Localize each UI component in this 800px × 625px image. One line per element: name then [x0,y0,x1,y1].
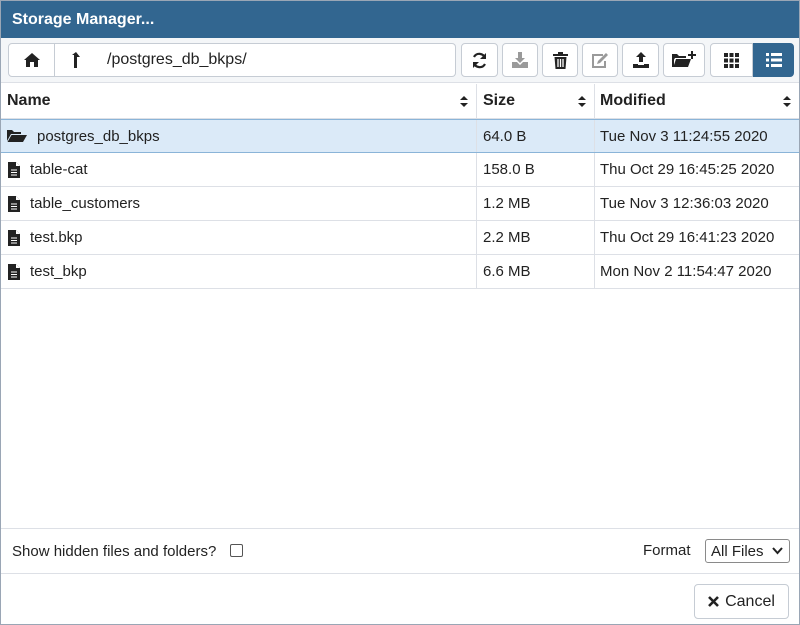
download-button[interactable] [502,43,538,77]
column-header-name-label: Name [7,92,51,110]
cancel-button-label: Cancel [725,593,775,611]
file-modified: Tue Nov 3 12:36:03 2020 [594,187,799,220]
level-up-button[interactable] [55,43,95,77]
path-input[interactable] [94,43,456,77]
file-icon [8,264,20,280]
home-icon [23,52,41,68]
column-header-modified-label: Modified [600,92,666,110]
close-icon [708,596,719,607]
show-hidden-label: Show hidden files and folders? [12,543,216,560]
file-icon [8,196,20,212]
file-icon [8,162,20,178]
file-row[interactable]: test.bkp 2.2 MB Thu Oct 29 16:41:23 2020 [1,221,799,255]
grid-view-icon [724,53,739,68]
sort-icon [578,96,586,107]
cancel-button[interactable]: Cancel [694,584,789,619]
dialog-title: Storage Manager... [1,1,799,38]
new-folder-button[interactable] [663,43,705,77]
delete-icon [553,52,568,69]
home-button[interactable] [8,43,55,77]
refresh-icon [471,52,488,69]
list-view-button[interactable] [753,43,794,77]
file-name: test_bkp [30,263,87,280]
file-name: test.bkp [30,229,83,246]
file-size: 2.2 MB [476,221,594,254]
format-select-value: All Files [711,543,764,560]
grid-view-button[interactable] [710,43,753,77]
file-modified: Thu Oct 29 16:45:25 2020 [594,153,799,186]
file-size: 6.6 MB [476,255,594,288]
file-list-header: Name Size Modified [1,84,799,119]
file-name: postgres_db_bkps [37,128,160,145]
level-up-icon [69,51,81,69]
delete-button[interactable] [542,43,578,77]
folder-open-icon [7,129,27,143]
rename-icon [591,52,609,69]
file-size: 158.0 B [476,153,594,186]
options-bar: Show hidden files and folders? Format Al… [1,528,799,573]
file-row[interactable]: table-cat 158.0 B Thu Oct 29 16:45:25 20… [1,153,799,187]
column-header-size-label: Size [483,92,515,110]
show-hidden-checkbox[interactable] [230,544,243,557]
column-header-modified[interactable]: Modified [594,84,799,118]
upload-icon [632,51,650,69]
sort-icon [460,96,468,107]
new-folder-icon [671,51,697,69]
format-select[interactable]: All Files [705,539,790,563]
file-modified: Thu Oct 29 16:41:23 2020 [594,221,799,254]
sort-icon [783,96,791,107]
file-row[interactable]: test_bkp 6.6 MB Mon Nov 2 11:54:47 2020 [1,255,799,289]
file-name: table_customers [30,195,140,212]
file-row[interactable]: table_customers 1.2 MB Tue Nov 3 12:36:0… [1,187,799,221]
storage-manager-dialog: Storage Manager... [0,0,800,625]
file-row[interactable]: postgres_db_bkps 64.0 B Tue Nov 3 11:24:… [1,119,799,153]
file-size: 1.2 MB [476,187,594,220]
file-name: table-cat [30,161,88,178]
toolbar [1,38,799,83]
refresh-button[interactable] [461,43,498,77]
list-view-icon [766,53,782,67]
format-label: Format [643,542,691,559]
upload-button[interactable] [622,43,659,77]
file-modified: Mon Nov 2 11:54:47 2020 [594,255,799,288]
chevron-down-icon [772,547,783,555]
download-icon [511,51,529,69]
file-modified: Tue Nov 3 11:24:55 2020 [594,120,799,152]
column-header-name[interactable]: Name [1,84,476,118]
file-icon [8,230,20,246]
dialog-footer: Cancel [1,573,799,624]
file-size: 64.0 B [476,120,594,152]
column-header-size[interactable]: Size [476,84,594,118]
rename-button[interactable] [582,43,618,77]
